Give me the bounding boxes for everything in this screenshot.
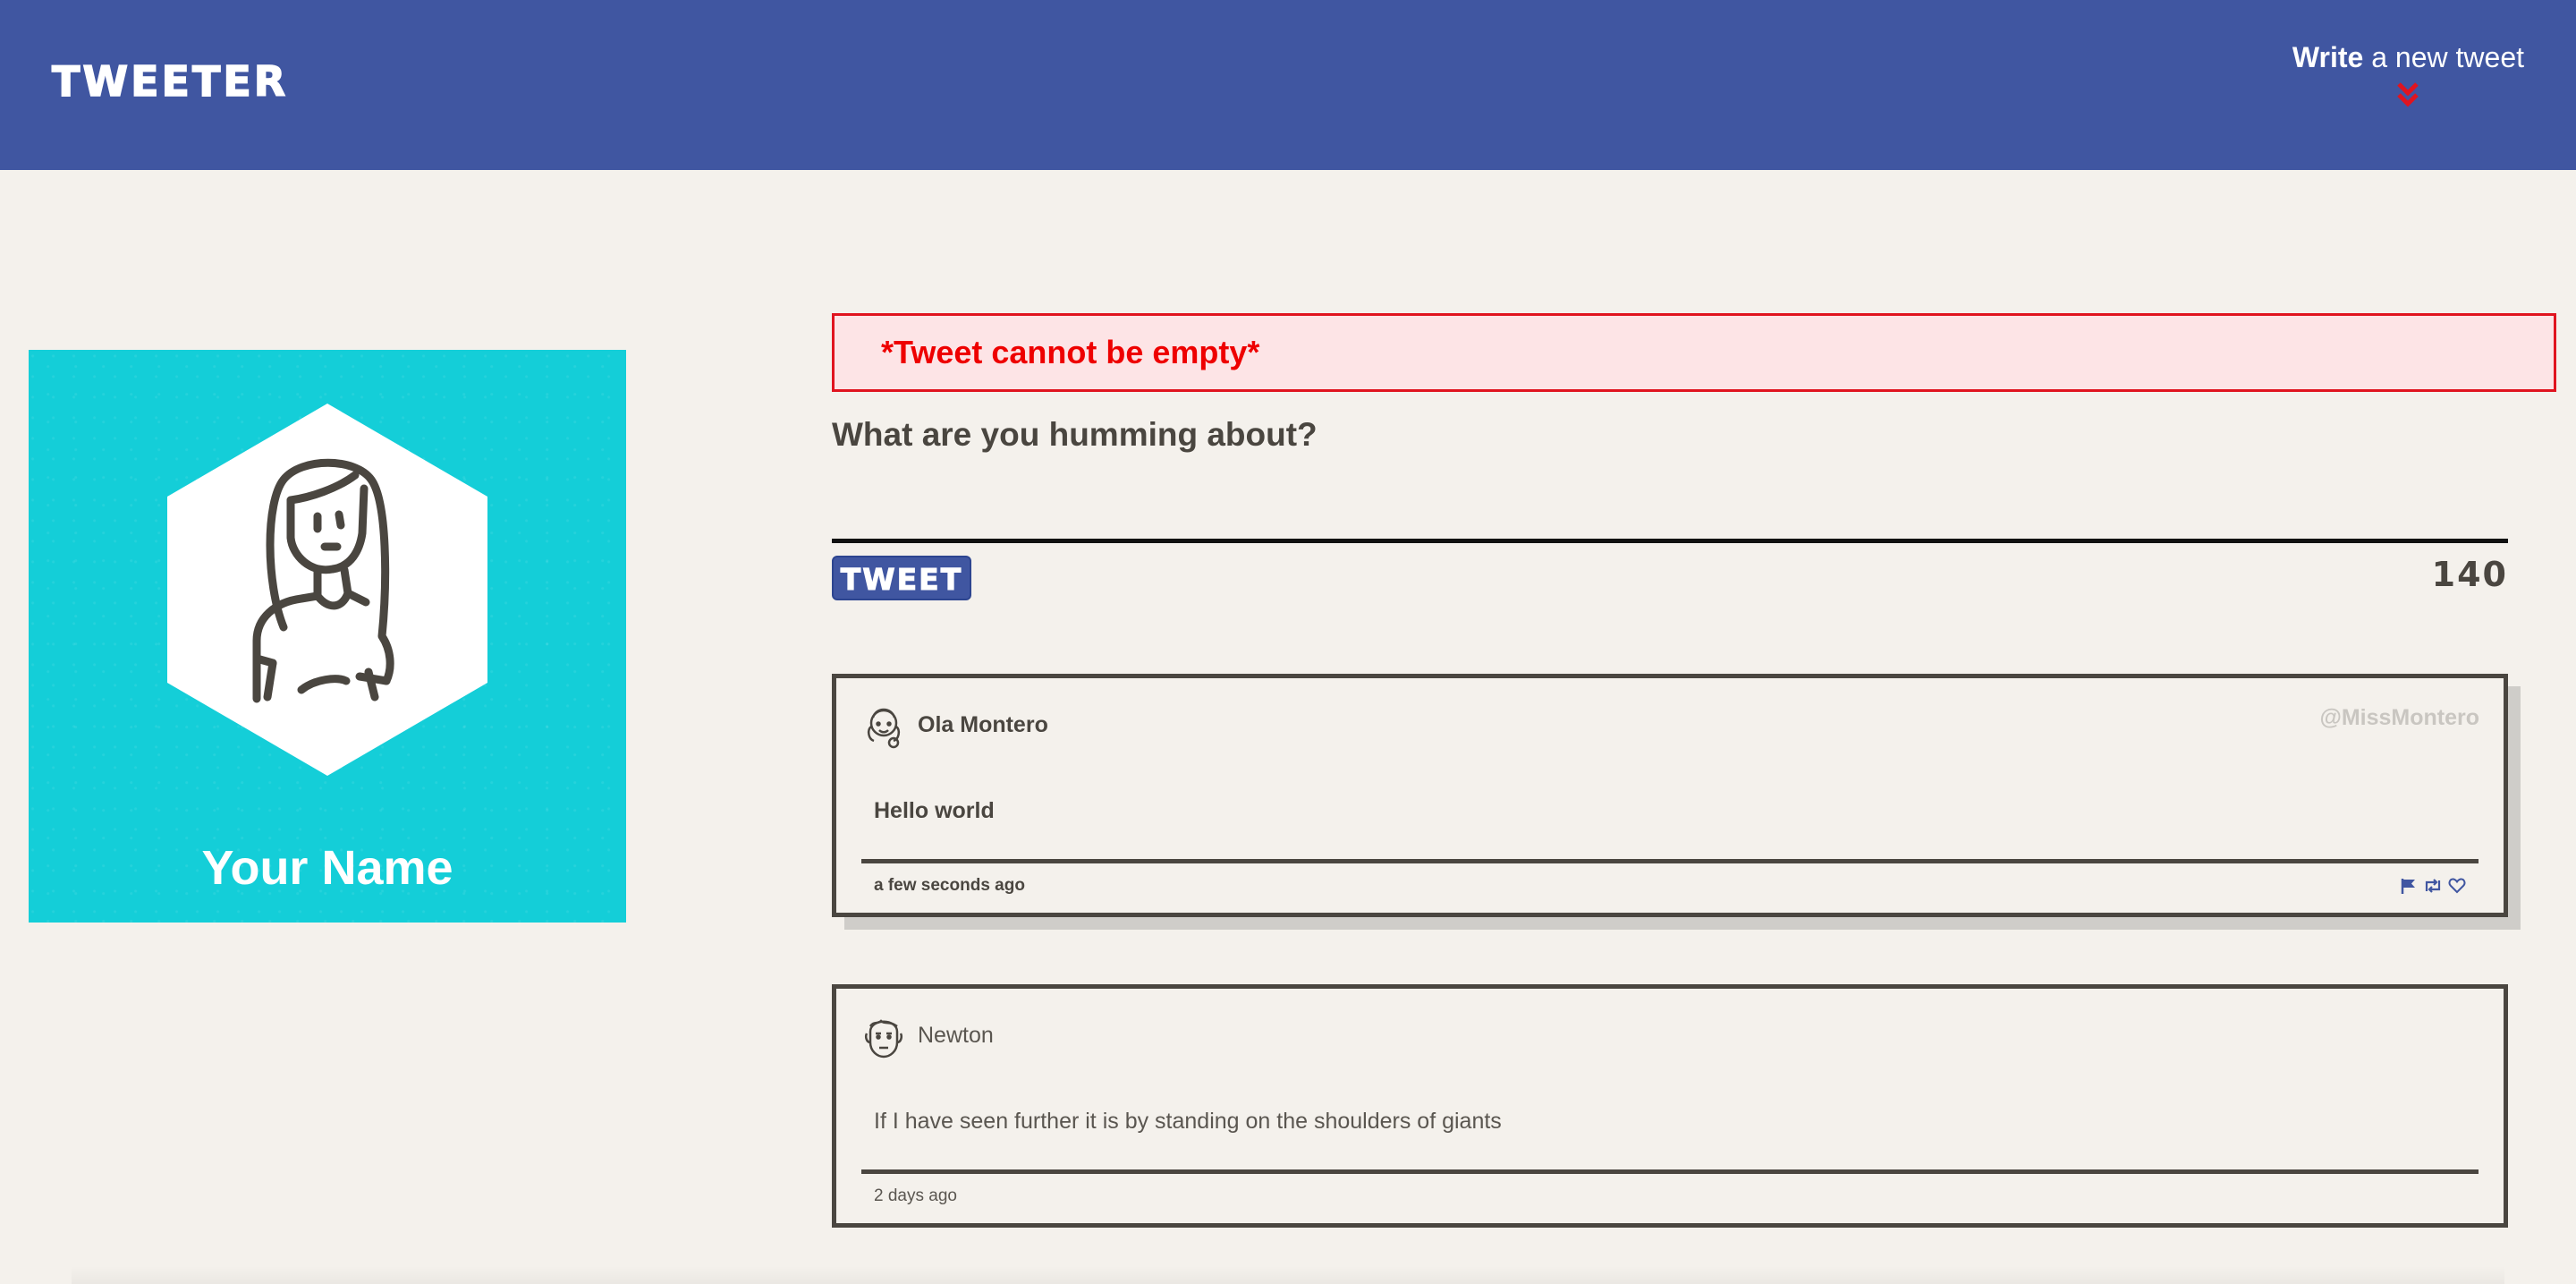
tweet-divider	[861, 1169, 2479, 1174]
tweet-timestamp: 2 days ago	[874, 1186, 957, 1205]
heart-icon[interactable]	[2448, 877, 2466, 895]
compose-prompt: What are you humming about?	[832, 416, 1318, 453]
tweet-timestamp: a few seconds ago	[874, 876, 1025, 895]
tweet-author-handle: @MissMontero	[2319, 705, 2479, 730]
top-nav: TWEETER Write a new tweet	[0, 0, 2576, 170]
profile-name: Your Name	[201, 841, 453, 895]
profile-card: Your Name	[29, 350, 626, 923]
tweet-submit-button[interactable]: TWEET	[832, 556, 971, 600]
compose-toggle-button[interactable]: Write a new tweet	[2292, 41, 2524, 108]
tweet-avatar-icon	[867, 708, 901, 749]
compose-toggle-label: Write a new tweet	[2292, 41, 2524, 74]
tweet-card[interactable]: Ola Montero @MissMontero Hello world a f…	[832, 674, 2508, 917]
page-bottom-shadow	[72, 1266, 2504, 1284]
compose-toggle-rest: a new tweet	[2363, 41, 2524, 73]
error-message: *Tweet cannot be empty*	[832, 313, 2556, 392]
tweet-textarea[interactable]	[832, 474, 2508, 543]
tweet-divider	[861, 859, 2479, 863]
tweet-actions	[2400, 877, 2466, 895]
flag-icon[interactable]	[2400, 877, 2418, 895]
tweet-author-name: Ola Montero	[918, 712, 1048, 737]
user-avatar-icon	[167, 404, 487, 776]
tweet-body: Hello world	[874, 798, 995, 823]
retweet-icon[interactable]	[2423, 877, 2443, 895]
tweet-card[interactable]: Newton If I have seen further it is by s…	[832, 984, 2508, 1228]
double-chevron-down-icon[interactable]	[2396, 81, 2419, 108]
error-text: *Tweet cannot be empty*	[881, 334, 1260, 370]
tweet-body: If I have seen further it is by standing…	[874, 1109, 1502, 1134]
tweet-avatar-icon	[864, 1019, 903, 1059]
app-logo[interactable]: TWEETER	[51, 56, 288, 106]
tweet-author-name: Newton	[918, 1023, 994, 1048]
character-counter: 140	[2431, 555, 2508, 594]
compose-toggle-bold: Write	[2292, 41, 2364, 73]
